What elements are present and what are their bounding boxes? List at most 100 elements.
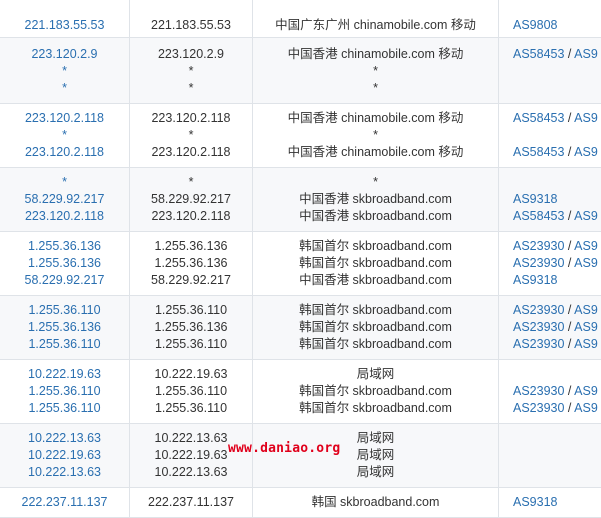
asn-cell: AS23930 / AS9 (499, 238, 601, 255)
asn-cell: AS58453 / AS9 (499, 144, 601, 161)
ip-cell[interactable]: 1.255.36.136 (0, 238, 129, 255)
ip-cell[interactable]: 1.255.36.110 (0, 400, 129, 417)
ip-cell: * (62, 64, 67, 78)
asn-link[interactable]: AS23930 (513, 239, 564, 253)
asn-separator: / (564, 384, 575, 398)
ip-cell: * (62, 175, 67, 189)
hostname-cell: 1.255.36.136 (154, 256, 228, 270)
ip-cell[interactable]: 58.229.92.217 (0, 272, 129, 289)
asn-link[interactable]: AS23930 (513, 401, 564, 415)
location-cell: 局域网 (356, 465, 395, 479)
hostname-cell: 58.229.92.217 (151, 273, 231, 287)
location-cell: * (373, 64, 378, 78)
ip-cell[interactable]: 10.222.19.63 (0, 447, 129, 464)
ip-cell[interactable]: 223.120.2.118 (0, 144, 129, 161)
asn-cell: AS23930 / AS9 (499, 302, 601, 319)
location-cell: 韩国首尔 skbroadband.com (299, 320, 452, 334)
ip-cell[interactable]: 1.255.36.136 (0, 319, 129, 336)
asn-separator: / (564, 209, 575, 223)
ip-cell[interactable]: 1.255.36.136 (0, 255, 129, 272)
location-cell: 韩国首尔 skbroadband.com (299, 256, 452, 270)
asn-link[interactable]: AS58453 (513, 145, 564, 159)
ip-cell[interactable]: 1.255.36.110 (0, 383, 129, 400)
location-cell: 中国香港 skbroadband.com (299, 209, 452, 223)
ip-cell: * (62, 81, 67, 95)
location-cell: 韩国首尔 skbroadband.com (299, 337, 452, 351)
location-cell: 韩国首尔 skbroadband.com (299, 239, 452, 253)
asn-link[interactable]: AS9318 (513, 273, 557, 287)
location-cell: * (373, 128, 378, 142)
asn-cell: AS23930 / AS9 (499, 319, 601, 336)
asn-link[interactable]: AS9 (574, 337, 598, 351)
asn-link[interactable]: AS9 (574, 384, 598, 398)
asn-link[interactable]: AS9 (574, 320, 598, 334)
asn-separator: / (564, 111, 575, 125)
hostname-cell: * (188, 175, 194, 189)
asn-link[interactable]: AS23930 (513, 256, 564, 270)
ip-cell[interactable]: 10.222.19.63 (0, 366, 129, 383)
hop-row: 1.255.36.136 1.255.36.136 韩国首尔 skbroadband… (0, 232, 601, 296)
asn-link[interactable]: AS9 (574, 303, 598, 317)
location-cell: 中国香港 chinamobile.com 移动 (287, 47, 464, 61)
asn-link[interactable]: AS9318 (513, 495, 557, 509)
asn-separator: / (564, 239, 575, 253)
asn-link[interactable]: AS9 (574, 239, 598, 253)
hostname-cell: 223.120.2.118 (151, 209, 231, 223)
hostname-cell: 223.120.2.9 (157, 47, 225, 61)
ip-cell[interactable]: 10.222.13.63 (0, 430, 129, 447)
asn-cell: AS9318 (499, 272, 601, 289)
watermark: www.daniao.org (228, 441, 341, 456)
asn-link[interactable]: AS23930 (513, 384, 564, 398)
asn-link[interactable]: AS23930 (513, 320, 564, 334)
hop-row: 221.183.55.53 221.183.55.53 中国广东广州 chinamo… (0, 0, 601, 38)
hostname-cell: 1.255.36.136 (154, 239, 228, 253)
hostname-cell: 1.255.36.110 (154, 401, 228, 415)
asn-cell: AS23930 / AS9 (499, 255, 601, 272)
asn-cell: AS9318 (499, 494, 601, 511)
ip-cell[interactable]: 221.183.55.53 (0, 17, 129, 34)
ip-cell[interactable]: 223.120.2.118 (0, 110, 129, 127)
hostname-cell: 1.255.36.110 (154, 337, 228, 351)
asn-link[interactable]: AS9 (574, 111, 598, 125)
asn-cell: AS9808 (499, 17, 601, 34)
location-cell: 韩国首尔 skbroadband.com (299, 384, 452, 398)
ip-cell[interactable]: 222.237.11.137 (0, 494, 129, 511)
asn-link[interactable]: AS9 (574, 209, 598, 223)
hostname-cell: 1.255.36.110 (154, 384, 228, 398)
hostname-cell: 58.229.92.217 (151, 192, 231, 206)
hostname-cell: 10.222.13.63 (154, 465, 228, 479)
hop-row: 223.120.2.9 223.120.2.9 中国香港 chinamobile.c… (0, 38, 601, 104)
hostname-cell: 1.255.36.136 (154, 320, 228, 334)
asn-link[interactable]: AS23930 (513, 303, 564, 317)
asn-cell: AS58453 / AS9 (499, 46, 601, 63)
asn-separator: / (564, 337, 575, 351)
ip-cell[interactable]: 1.255.36.110 (0, 302, 129, 319)
asn-link[interactable]: AS9 (574, 47, 598, 61)
asn-cell: AS58453 / AS9 (499, 208, 601, 225)
asn-link[interactable]: AS58453 (513, 209, 564, 223)
asn-link[interactable]: AS9 (574, 145, 598, 159)
asn-link[interactable]: AS23930 (513, 337, 564, 351)
asn-link[interactable]: AS58453 (513, 47, 564, 61)
asn-link[interactable]: AS9 (574, 401, 598, 415)
hop-row: 10.222.13.63 10.222.13.63 局域网 10.222.19.63 1… (0, 424, 601, 488)
location-cell: * (373, 81, 378, 95)
asn-link[interactable]: AS58453 (513, 111, 564, 125)
ip-cell[interactable]: 1.255.36.110 (0, 336, 129, 353)
asn-cell: AS23930 / AS9 (499, 383, 601, 400)
ip-cell[interactable]: 223.120.2.9 (0, 46, 129, 63)
hostname-cell: * (188, 128, 194, 142)
asn-separator: / (564, 303, 575, 317)
location-cell: 中国香港 skbroadband.com (299, 192, 452, 206)
hostname-cell: 223.120.2.118 (151, 111, 231, 125)
asn-link[interactable]: AS9318 (513, 192, 557, 206)
asn-separator: / (564, 256, 575, 270)
ip-cell[interactable]: 223.120.2.118 (0, 208, 129, 225)
ip-cell[interactable]: 10.222.13.63 (0, 464, 129, 481)
location-cell: 中国香港 chinamobile.com 移动 (287, 145, 464, 159)
asn-link[interactable]: AS9808 (513, 18, 557, 32)
location-cell: 中国香港 chinamobile.com 移动 (287, 111, 464, 125)
ip-cell[interactable]: 58.229.92.217 (0, 191, 129, 208)
asn-link[interactable]: AS9 (574, 256, 598, 270)
hostname-cell: 223.120.2.118 (151, 145, 231, 159)
